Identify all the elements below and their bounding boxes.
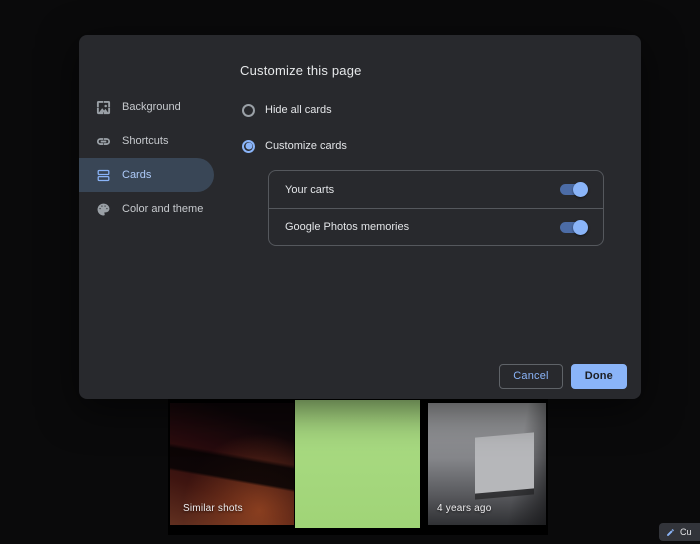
dialog-sidebar: Background Shortcuts Cards Color and the… — [79, 90, 214, 226]
toggle-knob — [573, 220, 588, 235]
cards-toggle-list: Your carts Google Photos memories — [268, 170, 604, 246]
sidebar-item-cards[interactable]: Cards — [79, 158, 214, 192]
pencil-icon — [666, 528, 675, 537]
option-label: Customize cards — [265, 140, 347, 152]
customize-page-chip[interactable]: Cu — [659, 523, 700, 541]
option-label: Hide all cards — [265, 104, 332, 116]
photo-card-green[interactable] — [295, 400, 420, 528]
option-customize-cards[interactable]: Customize cards — [242, 137, 347, 155]
sidebar-item-label: Background — [122, 101, 181, 113]
sidebar-item-label: Color and theme — [122, 203, 203, 215]
card-row-label: Your carts — [285, 184, 334, 196]
photo-card-similar-shots[interactable]: Similar shots — [170, 403, 294, 525]
card-row-your-carts: Your carts — [269, 171, 603, 208]
toggle-knob — [573, 182, 588, 197]
sidebar-item-background[interactable]: Background — [79, 90, 214, 124]
card-row-label: Google Photos memories — [285, 221, 409, 233]
palette-icon — [96, 202, 111, 217]
cancel-button[interactable]: Cancel — [499, 364, 562, 389]
customize-dialog: Customize this page Background Shortcuts… — [79, 35, 641, 399]
card-row-google-photos-memories: Google Photos memories — [269, 208, 603, 245]
option-hide-all-cards[interactable]: Hide all cards — [242, 101, 332, 119]
screen: Similar shots 4 years ago Cu Customize t… — [0, 0, 700, 544]
photo-card-4-years-ago[interactable]: 4 years ago — [428, 403, 546, 525]
dialog-footer: Cancel Done — [499, 364, 627, 389]
sidebar-item-label: Shortcuts — [122, 135, 168, 147]
sidebar-item-label: Cards — [122, 169, 151, 181]
done-button[interactable]: Done — [571, 364, 627, 389]
photo-caption: Similar shots — [183, 503, 243, 514]
customize-chip-label: Cu — [680, 527, 692, 537]
radio-hide-all-cards[interactable] — [242, 104, 255, 117]
dialog-title: Customize this page — [240, 63, 362, 78]
google-photos-memories-toggle[interactable] — [560, 222, 587, 233]
link-icon — [96, 134, 111, 149]
background-icon — [96, 100, 111, 115]
sidebar-item-color-and-theme[interactable]: Color and theme — [79, 192, 214, 226]
radio-customize-cards[interactable] — [242, 140, 255, 153]
your-carts-toggle[interactable] — [560, 184, 587, 195]
sidebar-item-shortcuts[interactable]: Shortcuts — [79, 124, 214, 158]
cards-icon — [96, 168, 111, 183]
photo-caption: 4 years ago — [437, 503, 491, 514]
